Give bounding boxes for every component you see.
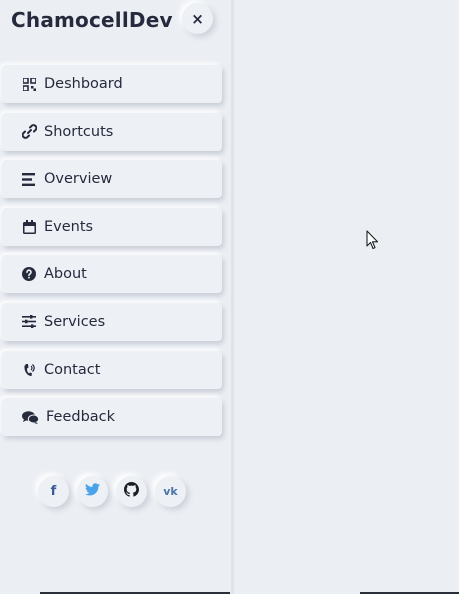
page: ChamocellDev × Deshboard Shortcuts Overv… bbox=[0, 0, 459, 594]
mouse-cursor-icon bbox=[366, 230, 379, 250]
sidebar-item-label: Services bbox=[44, 313, 106, 330]
sidebar-item-feedback[interactable]: Feedback bbox=[2, 398, 222, 437]
sidebar-item-label: Events bbox=[44, 218, 94, 235]
sidebar-item-events[interactable]: Events bbox=[2, 207, 222, 246]
vk-link[interactable]: vk bbox=[155, 476, 186, 507]
list-icon bbox=[21, 171, 37, 187]
github-link[interactable] bbox=[116, 476, 147, 507]
sidebar-item-about[interactable]: About bbox=[2, 255, 222, 294]
sidebar-item-label: Feedback bbox=[46, 409, 116, 426]
sidebar-item-label: Overview bbox=[44, 171, 113, 188]
dashboard-icon bbox=[21, 76, 37, 92]
twitter-link[interactable] bbox=[77, 476, 108, 507]
sidebar-item-label: Deshboard bbox=[44, 76, 123, 92]
comments-icon bbox=[21, 409, 39, 425]
sidebar-item-deshboard[interactable]: Deshboard bbox=[2, 65, 222, 103]
vk-icon: vk bbox=[163, 485, 178, 498]
sidebar-item-label: About bbox=[44, 266, 87, 283]
sidebar-item-shortcuts[interactable]: Shortcuts bbox=[2, 112, 222, 151]
sidebar-item-contact[interactable]: Contact bbox=[2, 350, 222, 389]
sidebar-item-label: Contact bbox=[44, 361, 101, 378]
close-icon: × bbox=[191, 9, 204, 28]
close-sidebar-button[interactable]: × bbox=[182, 3, 213, 34]
github-icon bbox=[124, 482, 139, 501]
facebook-link[interactable]: f bbox=[38, 476, 69, 507]
social-links: f vk bbox=[38, 476, 186, 507]
phone-icon bbox=[21, 362, 37, 378]
sidebar-menu: Deshboard Shortcuts Overview Events Abou… bbox=[2, 65, 222, 446]
facebook-icon: f bbox=[50, 484, 57, 499]
sidebar-item-label: Shortcuts bbox=[44, 123, 114, 140]
sidebar-item-overview[interactable]: Overview bbox=[2, 160, 222, 199]
main-content bbox=[234, 0, 459, 594]
sliders-icon bbox=[21, 314, 37, 330]
question-icon bbox=[21, 266, 37, 282]
sidebar: ChamocellDev × Deshboard Shortcuts Overv… bbox=[0, 0, 231, 594]
calendar-icon bbox=[21, 219, 37, 235]
sidebar-item-services[interactable]: Services bbox=[2, 302, 222, 341]
twitter-icon bbox=[85, 483, 100, 500]
brand-title: ChamocellDev bbox=[11, 8, 173, 32]
link-icon bbox=[21, 124, 37, 140]
